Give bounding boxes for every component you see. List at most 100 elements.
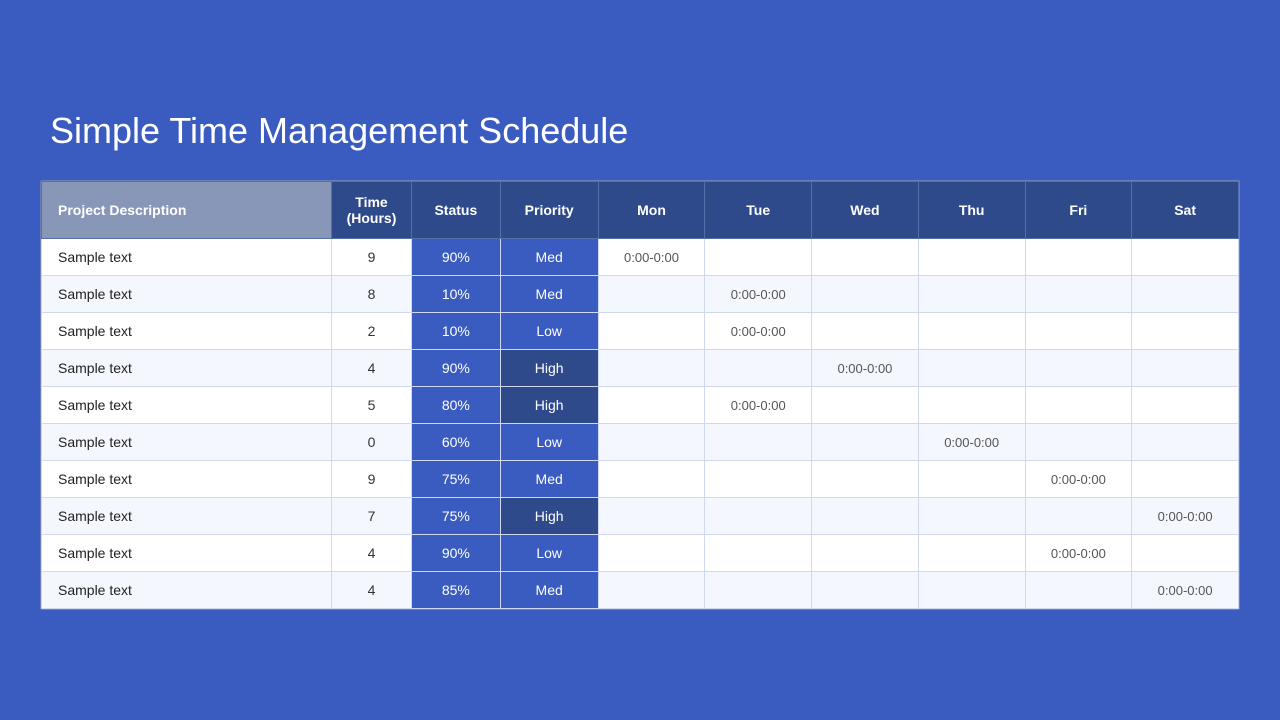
cell-time: 9 [332,461,412,498]
cell-mon [598,387,705,424]
cell-thu [918,461,1025,498]
cell-fri [1025,276,1132,313]
cell-thu [918,276,1025,313]
cell-sat [1132,535,1239,572]
cell-status: 90% [412,239,501,276]
cell-wed [812,387,919,424]
cell-priority: Med [500,461,598,498]
cell-mon [598,535,705,572]
cell-project: Sample text [42,572,332,609]
cell-fri [1025,313,1132,350]
cell-tue [705,498,812,535]
table-row: Sample text775%High0:00-0:00 [42,498,1239,535]
cell-wed [812,313,919,350]
cell-fri: 0:00-0:00 [1025,535,1132,572]
cell-thu [918,239,1025,276]
table-row: Sample text490%High 0:00-0:00 [42,350,1239,387]
header-status: Status [412,182,501,239]
cell-time: 4 [332,572,412,609]
cell-wed [812,572,919,609]
cell-wed [812,535,919,572]
cell-time: 4 [332,350,412,387]
cell-tue [705,461,812,498]
cell-sat: 0:00-0:00 [1132,498,1239,535]
cell-status: 75% [412,461,501,498]
cell-wed [812,461,919,498]
cell-wed [812,276,919,313]
page-container: Simple Time Management Schedule Project … [40,90,1240,630]
table-row: Sample text975%Med 0:00-0:00 [42,461,1239,498]
cell-mon [598,276,705,313]
schedule-table: Project Description Time(Hours) Status P… [41,181,1239,609]
cell-thu [918,498,1025,535]
cell-status: 10% [412,313,501,350]
cell-priority: Low [500,424,598,461]
cell-project: Sample text [42,461,332,498]
cell-mon [598,350,705,387]
cell-project: Sample text [42,535,332,572]
cell-priority: Med [500,239,598,276]
cell-priority: Med [500,572,598,609]
cell-sat [1132,350,1239,387]
cell-status: 60% [412,424,501,461]
header-sat: Sat [1132,182,1239,239]
cell-tue: 0:00-0:00 [705,387,812,424]
cell-fri [1025,498,1132,535]
cell-sat [1132,461,1239,498]
cell-mon: 0:00-0:00 [598,239,705,276]
cell-sat [1132,387,1239,424]
cell-project: Sample text [42,313,332,350]
cell-fri [1025,387,1132,424]
header-priority: Priority [500,182,598,239]
table-body: Sample text990%Med0:00-0:00Sample text81… [42,239,1239,609]
cell-thu: 0:00-0:00 [918,424,1025,461]
table-row: Sample text580%High 0:00-0:00 [42,387,1239,424]
cell-project: Sample text [42,498,332,535]
cell-mon [598,461,705,498]
header-wed: Wed [812,182,919,239]
cell-time: 9 [332,239,412,276]
table-row: Sample text210%Low0:00-0:00 [42,313,1239,350]
header-project: Project Description [42,182,332,239]
cell-thu [918,350,1025,387]
cell-thu [918,387,1025,424]
cell-sat [1132,313,1239,350]
cell-priority: High [500,350,598,387]
header-time: Time(Hours) [332,182,412,239]
cell-status: 80% [412,387,501,424]
cell-project: Sample text [42,239,332,276]
cell-wed [812,239,919,276]
cell-wed [812,424,919,461]
cell-priority: High [500,387,598,424]
header-mon: Mon [598,182,705,239]
cell-sat [1132,424,1239,461]
table-row: Sample text990%Med0:00-0:00 [42,239,1239,276]
cell-project: Sample text [42,350,332,387]
cell-project: Sample text [42,387,332,424]
cell-fri [1025,424,1132,461]
cell-project: Sample text [42,276,332,313]
page-title: Simple Time Management Schedule [40,110,1240,152]
cell-wed [812,498,919,535]
cell-sat: 0:00-0:00 [1132,572,1239,609]
cell-status: 75% [412,498,501,535]
cell-time: 5 [332,387,412,424]
cell-sat [1132,276,1239,313]
schedule-table-wrapper: Project Description Time(Hours) Status P… [40,180,1240,610]
cell-thu [918,313,1025,350]
table-row: Sample text485%Med0:00-0:00 [42,572,1239,609]
cell-time: 0 [332,424,412,461]
cell-fri [1025,572,1132,609]
cell-priority: Low [500,535,598,572]
table-header-row: Project Description Time(Hours) Status P… [42,182,1239,239]
cell-time: 8 [332,276,412,313]
cell-status: 90% [412,350,501,387]
cell-priority: High [500,498,598,535]
cell-fri: 0:00-0:00 [1025,461,1132,498]
cell-tue: 0:00-0:00 [705,313,812,350]
cell-tue [705,239,812,276]
cell-wed: 0:00-0:00 [812,350,919,387]
cell-tue [705,572,812,609]
cell-tue [705,535,812,572]
cell-mon [598,572,705,609]
